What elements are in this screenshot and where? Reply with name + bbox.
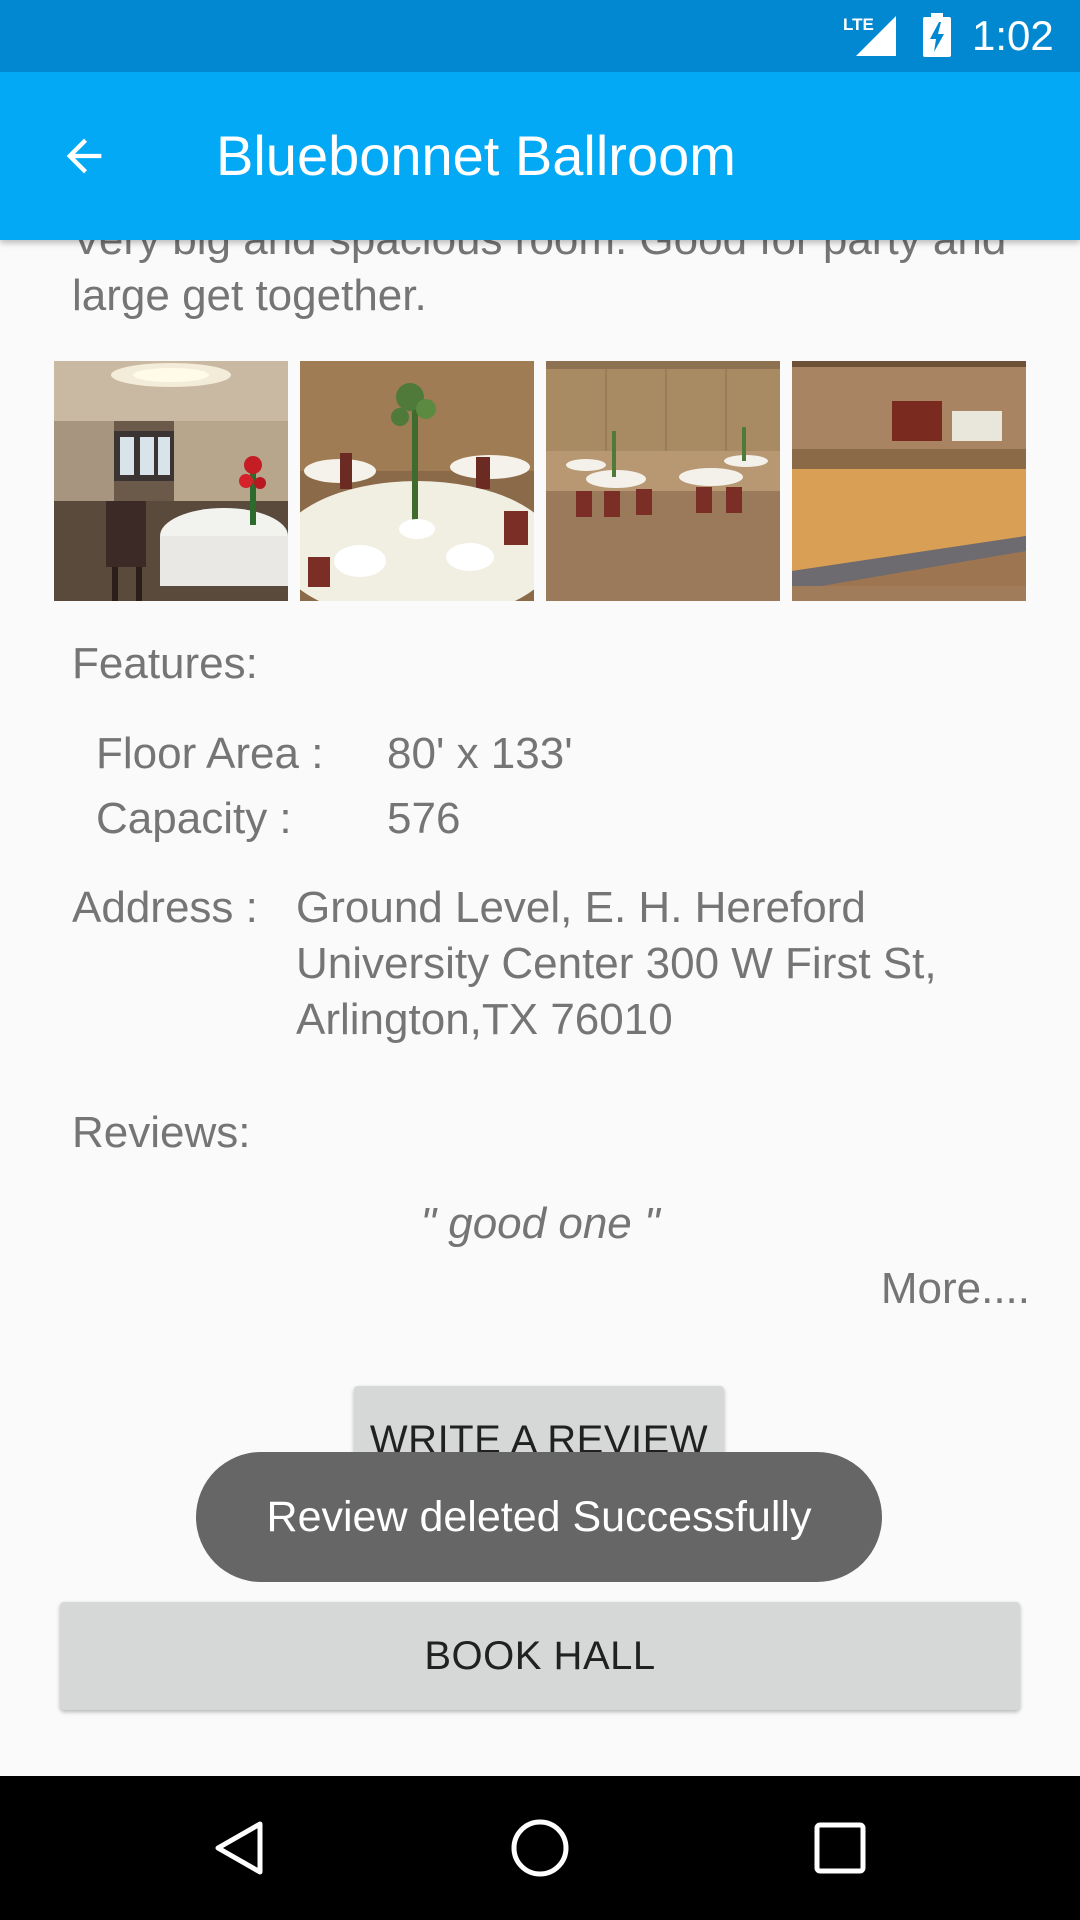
nav-recents-button[interactable] [792,1800,888,1896]
more-reviews-link[interactable]: More.... [881,1261,1030,1317]
reviews-heading: Reviews: [72,1108,251,1157]
back-button[interactable] [36,108,132,204]
nav-home-button[interactable] [492,1800,588,1896]
gallery-photo-3[interactable] [546,361,780,601]
gallery-photo-1[interactable] [54,361,288,601]
features-heading: Features: [72,639,258,688]
book-hall-button[interactable]: BOOK HALL [60,1602,1020,1710]
banquet-table-centerpiece-photo [300,361,534,601]
svg-text:LTE: LTE [843,15,874,34]
address-label: Address : [72,883,258,932]
status-time: 1:02 [972,12,1054,59]
floor-area-label: Floor Area : [96,729,324,778]
ballroom-dance-floor-photo [792,361,1026,601]
floor-area-value: 80' x 133' [387,729,573,778]
photo-gallery [54,361,1026,601]
home-circle-icon [511,1819,569,1877]
ballroom-table-setting-photo [54,361,288,601]
gallery-photo-2[interactable] [300,361,534,601]
app-bar: Bluebonnet Ballroom [0,72,1080,240]
capacity-label: Capacity : [96,794,292,843]
status-bar: LTE 1:02 [0,0,1080,72]
page-title: Bluebonnet Ballroom [216,124,736,187]
gallery-photo-4[interactable] [792,361,1026,601]
address-value: Ground Level, E. H. Hereford University … [296,883,937,1044]
capacity-value: 576 [387,794,461,843]
back-triangle-icon [215,1821,263,1875]
recents-square-icon [814,1822,866,1874]
navigation-bar [0,1776,1080,1920]
lte-signal-icon: LTE [843,15,896,56]
battery-charging-icon [923,13,951,57]
toast-message: Review deleted Successfully [196,1452,882,1582]
banquet-hall-tables-photo [546,361,780,601]
nav-back-button[interactable] [192,1800,288,1896]
review-quote: " good one " [420,1199,660,1248]
arrow-back-icon [66,138,102,174]
